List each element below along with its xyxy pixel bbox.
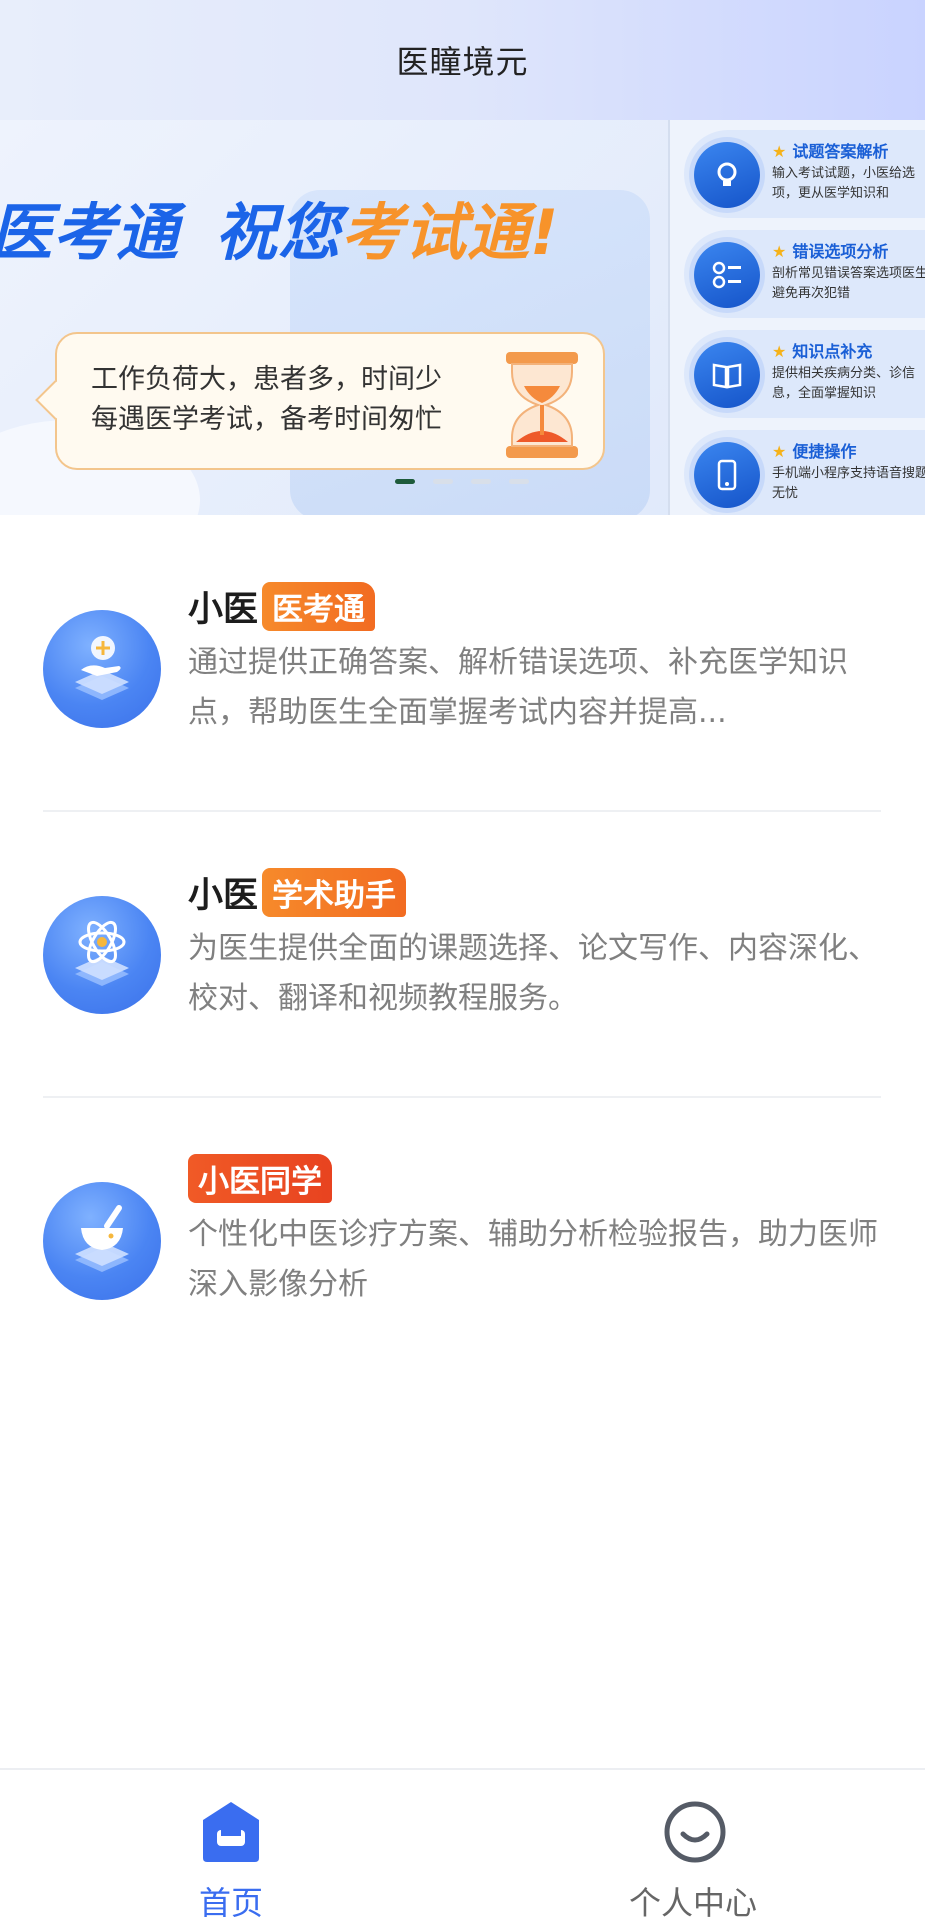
service-card-exam[interactable]: 小医 医考通 通过提供正确答案、解析错误选项、补充医学知识点，帮助医生全面掌握考… [0, 580, 925, 820]
service-description: 为医生提供全面的课题选择、论文写作、内容深化、校对、翻译和视频教程服务。 [188, 931, 878, 1016]
banner-slogan: 医考通 祝您考试通! [0, 182, 559, 272]
feature-item: 便捷操作 手机端小程序支持语音搜题无忧 [684, 430, 925, 515]
carousel-dot[interactable] [509, 479, 529, 484]
book-icon [694, 342, 760, 408]
carousel-indicator [395, 479, 529, 484]
service-prefix: 小医 [188, 589, 259, 630]
service-tag: 小医同学 [188, 1153, 332, 1203]
medical-hand-icon [43, 610, 161, 728]
hourglass-icon [506, 352, 578, 458]
feature-desc: 输入考试试题，小医给选项，更从医学知识和 [772, 166, 916, 201]
atom-icon [43, 896, 161, 1014]
feature-desc: 手机端小程序支持语音搜题无忧 [772, 466, 925, 501]
mortar-pestle-icon [43, 1182, 161, 1300]
checklist-icon [694, 242, 760, 308]
divider [43, 810, 881, 812]
page-title: 医瞳境元 [396, 43, 529, 81]
feature-item: 知识点补充 提供相关疾病分类、诊信息，全面掌握知识 [684, 330, 925, 418]
service-card-academic[interactable]: 小医 学术助手 为医生提供全面的课题选择、论文写作、内容深化、校对、翻译和视频教… [0, 866, 925, 1106]
banner-carousel[interactable]: 医考通祝您考试通! 工作负荷大，患者多，时间少 每遇医学考试，备考时间匆忙 试题… [0, 120, 925, 515]
feature-title: 试题答案解析 [772, 138, 888, 162]
service-tag: 医考通 [262, 581, 376, 631]
slogan-part3: 考试通! [341, 196, 560, 269]
tab-personal-center[interactable]: 个人中心 [593, 1770, 793, 1922]
service-tag: 学术助手 [262, 867, 407, 917]
feature-desc: 提供相关疾病分类、诊信息，全面掌握知识 [772, 366, 916, 401]
banner-feature-panel: 试题答案解析 输入考试试题，小医给选项，更从医学知识和 错误选项分析 剖析常见错… [668, 120, 925, 515]
feature-desc: 剖析常见错误答案选项医生避免再次犯错 [772, 266, 925, 301]
service-title: 小医 学术助手 [188, 866, 407, 918]
top-nav-bar: 医瞳境元 [0, 0, 925, 120]
carousel-dot[interactable] [433, 479, 453, 484]
service-card-classmate[interactable]: 小医同学 个性化中医诊疗方案、辅助分析检验报告，助力医师深入影像分析 [0, 1152, 925, 1392]
feature-title: 错误选项分析 [772, 238, 888, 262]
service-title: 小医 医考通 [188, 580, 376, 632]
service-description: 通过提供正确答案、解析错误选项、补充医学知识点，帮助医生全面掌握考试内容并提高.… [188, 645, 848, 730]
lightbulb-icon [694, 142, 760, 208]
tab-home-label: 首页 [198, 1884, 263, 1922]
service-description: 个性化中医诊疗方案、辅助分析检验报告，助力医师深入影像分析 [188, 1217, 878, 1302]
feature-title: 便捷操作 [772, 438, 856, 462]
smiley-icon [664, 1801, 726, 1863]
divider [43, 1096, 881, 1098]
tab-home[interactable]: 首页 [131, 1770, 331, 1922]
carousel-dot-active[interactable] [395, 479, 415, 484]
home-icon [203, 1802, 259, 1862]
tab-personal-center-label: 个人中心 [628, 1884, 757, 1922]
feature-item: 试题答案解析 输入考试试题，小医给选项，更从医学知识和 [684, 130, 925, 218]
slogan-part2: 祝您 [215, 196, 342, 269]
carousel-dot[interactable] [471, 479, 491, 484]
service-title: 小医同学 [188, 1152, 332, 1204]
bottom-tab-bar: 首页 个人中心 [0, 1768, 925, 1922]
phone-icon [694, 442, 760, 508]
feature-item: 错误选项分析 剖析常见错误答案选项医生避免再次犯错 [684, 230, 925, 318]
feature-title: 知识点补充 [772, 338, 872, 362]
slogan-part1: 医考通 [0, 196, 180, 269]
service-prefix: 小医 [188, 875, 259, 916]
